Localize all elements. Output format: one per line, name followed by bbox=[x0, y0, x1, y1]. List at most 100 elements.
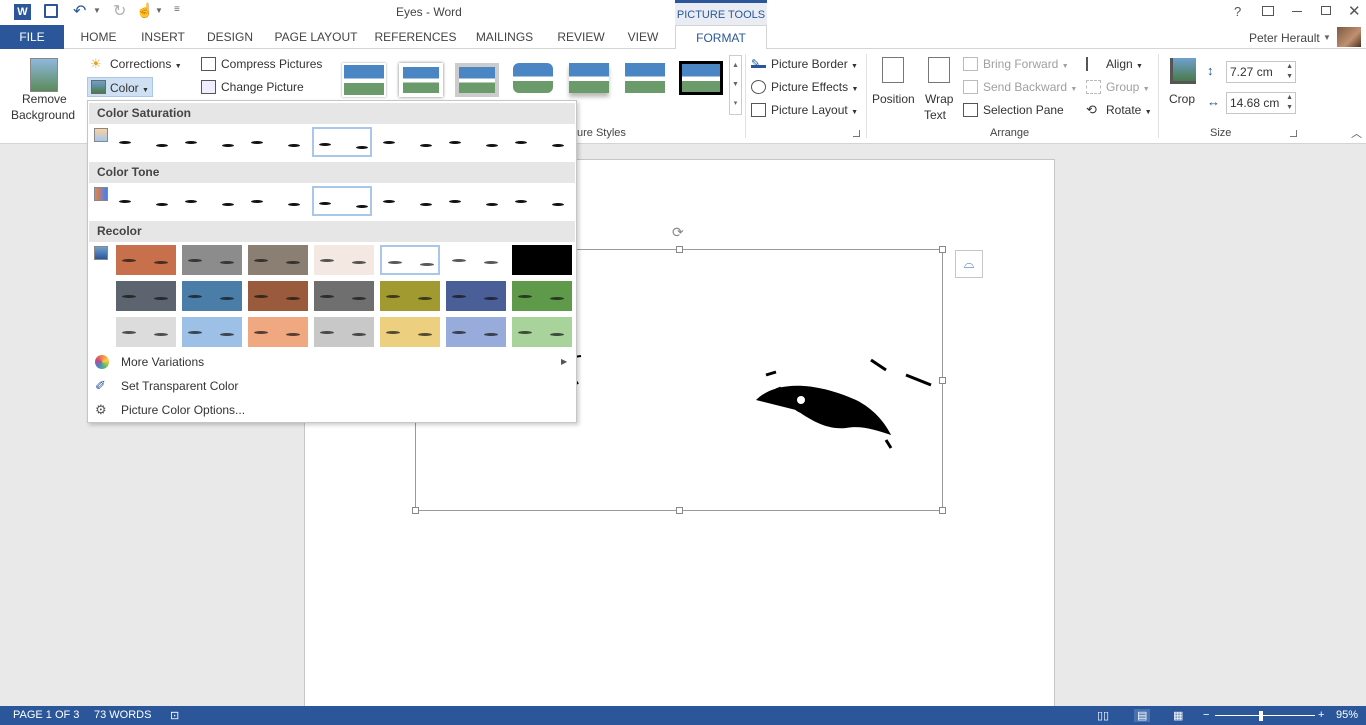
saturation-option-7[interactable] bbox=[510, 127, 570, 157]
touch-mode-icon[interactable]: ☝ bbox=[136, 2, 153, 19]
send-backward-button[interactable]: Send Backward ▼ bbox=[963, 77, 1077, 97]
rotate-button[interactable]: ⟲ Rotate ▼ bbox=[1086, 100, 1152, 120]
redo-icon[interactable]: ↻ bbox=[113, 1, 126, 21]
resize-handle-tr[interactable] bbox=[939, 246, 946, 253]
page-indicator[interactable]: PAGE 1 OF 3 bbox=[13, 709, 79, 721]
tab-file[interactable]: FILE bbox=[0, 25, 64, 49]
proofing-icon[interactable]: ⊡ bbox=[170, 709, 179, 722]
tone-option-7[interactable] bbox=[510, 186, 570, 216]
tone-option-4[interactable] bbox=[312, 186, 372, 216]
width-spin-icon[interactable]: ▲ ▼ bbox=[1286, 93, 1293, 113]
recolor-option-1-1[interactable] bbox=[116, 245, 176, 275]
tab-design[interactable]: DESIGN bbox=[200, 25, 260, 49]
tone-option-3[interactable] bbox=[246, 186, 306, 216]
picture-color-options-item[interactable]: ⚙ Picture Color Options... bbox=[89, 398, 575, 422]
tab-home[interactable]: HOME bbox=[72, 25, 125, 49]
recolor-option-2-2[interactable] bbox=[182, 281, 242, 311]
minimize-icon[interactable] bbox=[1292, 11, 1302, 12]
resize-handle-mr[interactable] bbox=[939, 377, 946, 384]
recolor-option-3-7[interactable] bbox=[512, 317, 572, 347]
rotate-handle-icon[interactable]: ⟳ bbox=[672, 224, 684, 241]
recolor-option-2-6[interactable] bbox=[446, 281, 506, 311]
zoom-slider[interactable] bbox=[1215, 715, 1315, 716]
recolor-option-1-7[interactable] bbox=[512, 245, 572, 275]
help-icon[interactable]: ? bbox=[1234, 4, 1241, 19]
undo-dropdown-icon[interactable]: ▼ bbox=[93, 6, 101, 15]
save-icon[interactable] bbox=[44, 4, 58, 18]
height-input[interactable]: 7.27 cm ▲ ▼ bbox=[1226, 61, 1296, 83]
bring-forward-button[interactable]: Bring Forward ▼ bbox=[963, 54, 1069, 74]
zoom-out-icon[interactable]: − bbox=[1203, 709, 1209, 721]
remove-background-button[interactable]: Remove Background bbox=[8, 54, 78, 126]
recolor-option-3-6[interactable] bbox=[446, 317, 506, 347]
recolor-option-1-4[interactable] bbox=[314, 245, 374, 275]
web-layout-icon[interactable]: ▦ bbox=[1173, 709, 1183, 722]
tab-review[interactable]: REVIEW bbox=[552, 25, 610, 49]
recolor-option-2-7[interactable] bbox=[512, 281, 572, 311]
tone-option-5[interactable] bbox=[378, 186, 438, 216]
close-icon[interactable]: ✕ bbox=[1348, 2, 1361, 20]
color-button[interactable]: Color ▼ bbox=[87, 77, 153, 97]
zoom-level[interactable]: 95% bbox=[1336, 709, 1358, 721]
corrections-button[interactable]: ☀ Corrections ▼ bbox=[90, 54, 182, 74]
tab-format[interactable]: FORMAT bbox=[675, 25, 767, 50]
tone-option-6[interactable] bbox=[444, 186, 504, 216]
change-picture-button[interactable]: Change Picture bbox=[201, 77, 304, 97]
picture-styles-launcher-icon[interactable] bbox=[853, 130, 860, 137]
selection-pane-button[interactable]: Selection Pane bbox=[963, 100, 1064, 120]
tab-insert[interactable]: INSERT bbox=[136, 25, 190, 49]
recolor-option-1-5[interactable] bbox=[380, 245, 440, 275]
tab-page-layout[interactable]: PAGE LAYOUT bbox=[270, 25, 362, 49]
customize-qat-icon[interactable]: ≡ bbox=[174, 4, 180, 15]
more-variations-item[interactable]: More Variations ▶ bbox=[89, 350, 575, 374]
tab-mailings[interactable]: MAILINGS bbox=[469, 25, 540, 49]
picture-effects-button[interactable]: Picture Effects ▼ bbox=[751, 77, 858, 97]
width-input[interactable]: 14.68 cm ▲ ▼ bbox=[1226, 92, 1296, 114]
recolor-option-1-2[interactable] bbox=[182, 245, 242, 275]
saturation-option-6[interactable] bbox=[444, 127, 504, 157]
style-thumb-1[interactable] bbox=[342, 63, 386, 97]
resize-handle-tc[interactable] bbox=[676, 246, 683, 253]
picture-layout-button[interactable]: Picture Layout ▼ bbox=[751, 100, 858, 120]
layout-options-icon[interactable]: ⌓ bbox=[955, 250, 983, 278]
set-transparent-color-item[interactable]: ✐ Set Transparent Color bbox=[89, 374, 575, 398]
ribbon-display-icon[interactable] bbox=[1262, 6, 1274, 16]
wrap-text-button[interactable]: Wrap Text bbox=[921, 54, 957, 122]
recolor-option-2-1[interactable] bbox=[116, 281, 176, 311]
saturation-option-5[interactable] bbox=[378, 127, 438, 157]
recolor-option-3-2[interactable] bbox=[182, 317, 242, 347]
recolor-option-1-3[interactable] bbox=[248, 245, 308, 275]
user-name[interactable]: Peter Herault bbox=[1249, 31, 1320, 45]
restore-icon[interactable] bbox=[1321, 6, 1331, 15]
style-thumb-3[interactable] bbox=[455, 63, 499, 97]
print-layout-icon[interactable]: ▤ bbox=[1134, 709, 1151, 722]
saturation-option-4[interactable] bbox=[312, 127, 372, 157]
avatar[interactable] bbox=[1337, 27, 1361, 47]
style-thumb-4[interactable] bbox=[513, 63, 553, 93]
recolor-option-2-5[interactable] bbox=[380, 281, 440, 311]
tab-view[interactable]: VIEW bbox=[622, 25, 664, 49]
word-count[interactable]: 73 WORDS bbox=[94, 709, 151, 721]
picture-border-button[interactable]: ✎ Picture Border ▼ bbox=[751, 54, 858, 74]
recolor-option-3-3[interactable] bbox=[248, 317, 308, 347]
collapse-ribbon-icon[interactable]: ︿ bbox=[1351, 125, 1362, 141]
user-dropdown-icon[interactable]: ▼ bbox=[1323, 33, 1331, 42]
tab-references[interactable]: REFERENCES bbox=[374, 25, 457, 49]
recolor-option-3-1[interactable] bbox=[116, 317, 176, 347]
resize-handle-bl[interactable] bbox=[412, 507, 419, 514]
recolor-option-3-4[interactable] bbox=[314, 317, 374, 347]
zoom-in-icon[interactable]: + bbox=[1318, 709, 1324, 721]
position-button[interactable]: Position bbox=[870, 54, 918, 122]
recolor-option-3-5[interactable] bbox=[380, 317, 440, 347]
undo-icon[interactable]: ↶ bbox=[73, 1, 86, 21]
recolor-option-2-3[interactable] bbox=[248, 281, 308, 311]
tone-option-1[interactable] bbox=[114, 186, 174, 216]
saturation-option-3[interactable] bbox=[246, 127, 306, 157]
align-button[interactable]: Align ▼ bbox=[1086, 54, 1143, 74]
compress-pictures-button[interactable]: Compress Pictures bbox=[201, 54, 322, 74]
resize-handle-br[interactable] bbox=[939, 507, 946, 514]
style-thumb-7[interactable] bbox=[679, 61, 723, 95]
gallery-scroll[interactable]: ▲ ▼ ▾ bbox=[729, 55, 742, 115]
group-button[interactable]: Group ▼ bbox=[1086, 77, 1150, 97]
height-spin-icon[interactable]: ▲ ▼ bbox=[1286, 62, 1293, 82]
